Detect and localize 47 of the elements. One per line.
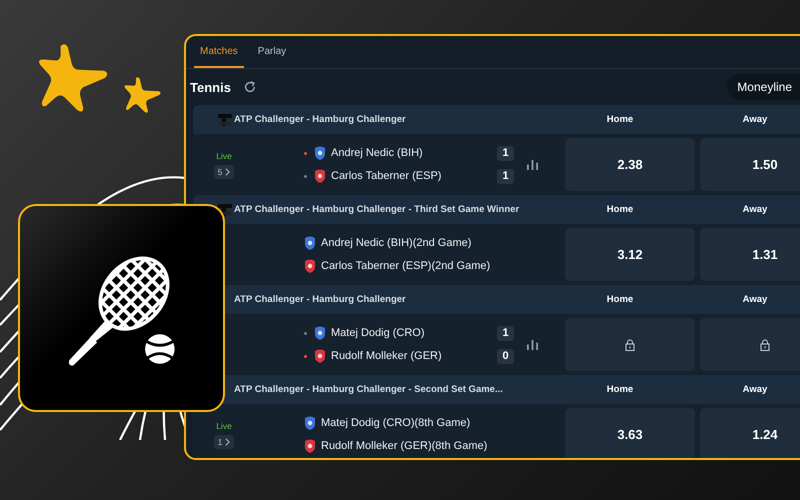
league-title: ATP Challenger - Hamburg Challenger - Second Set Game...	[234, 384, 504, 395]
chevron-icon	[225, 438, 230, 446]
odds-button[interactable]: 1.24	[700, 408, 800, 458]
column-header: Home	[606, 294, 634, 305]
market-dropdown[interactable]: Moneyline	[727, 74, 800, 100]
tab[interactable]: Parlay	[252, 36, 292, 68]
score-badge: 0	[497, 348, 514, 364]
star-icon	[38, 42, 110, 114]
sport-title: Tennis	[190, 80, 231, 94]
chevron-icon	[225, 168, 230, 176]
player-name: Andrej Nedic (BIH)(2nd Game)	[321, 237, 472, 249]
column-header: Home	[606, 114, 634, 125]
score-badge: 1	[497, 326, 514, 340]
player-name: Matej Dodig (CRO)	[331, 327, 425, 339]
league-title: ATP Challenger - Hamburg Challenger - Third Set Game Winner	[234, 204, 520, 215]
player-name: Rudolf Molleker (GER)	[331, 350, 442, 362]
live-label: Live	[216, 150, 232, 160]
score-badge: 1	[497, 146, 514, 160]
column-header: Home	[606, 204, 634, 215]
locked-odds-button[interactable]	[700, 318, 800, 371]
locked-odds-button[interactable]	[565, 318, 695, 371]
odds-button[interactable]: 3.12	[565, 228, 695, 281]
markets-count-button[interactable]: 1	[214, 434, 234, 448]
lock-icon	[760, 338, 770, 350]
player-name: Andrej Nedic (BIH)	[331, 147, 423, 159]
column-header: Away	[742, 114, 768, 125]
player-name: Carlos Taberner (ESP)(2nd Game)	[321, 260, 490, 272]
player-name: Carlos Taberner (ESP)	[331, 170, 442, 182]
markets-count-button[interactable]: 5	[214, 164, 234, 178]
odds-button[interactable]: 2.38	[565, 138, 695, 191]
league-title: ATP Challenger - Hamburg Challenger	[234, 114, 407, 125]
score-badge: 1	[497, 168, 514, 184]
odds-button[interactable]: 3.63	[565, 408, 695, 458]
refresh-icon[interactable]	[242, 80, 257, 94]
league-title: ATP Challenger - Hamburg Challenger	[234, 294, 407, 305]
column-header: Away	[742, 384, 768, 395]
star-icon	[124, 76, 162, 114]
tab[interactable]: Matches	[194, 36, 244, 68]
column-header: Away	[742, 204, 768, 215]
column-header: Away	[742, 294, 768, 305]
lock-icon	[625, 338, 635, 350]
player-name: Rudolf Molleker (GER)(8th Game)	[321, 440, 488, 452]
odds-button[interactable]: 1.31	[700, 228, 800, 281]
player-name: Matej Dodig (CRO)(8th Game)	[321, 417, 470, 429]
live-label: Live	[216, 420, 232, 430]
column-header: Home	[606, 384, 634, 395]
odds-button[interactable]: 1.50	[700, 138, 800, 191]
